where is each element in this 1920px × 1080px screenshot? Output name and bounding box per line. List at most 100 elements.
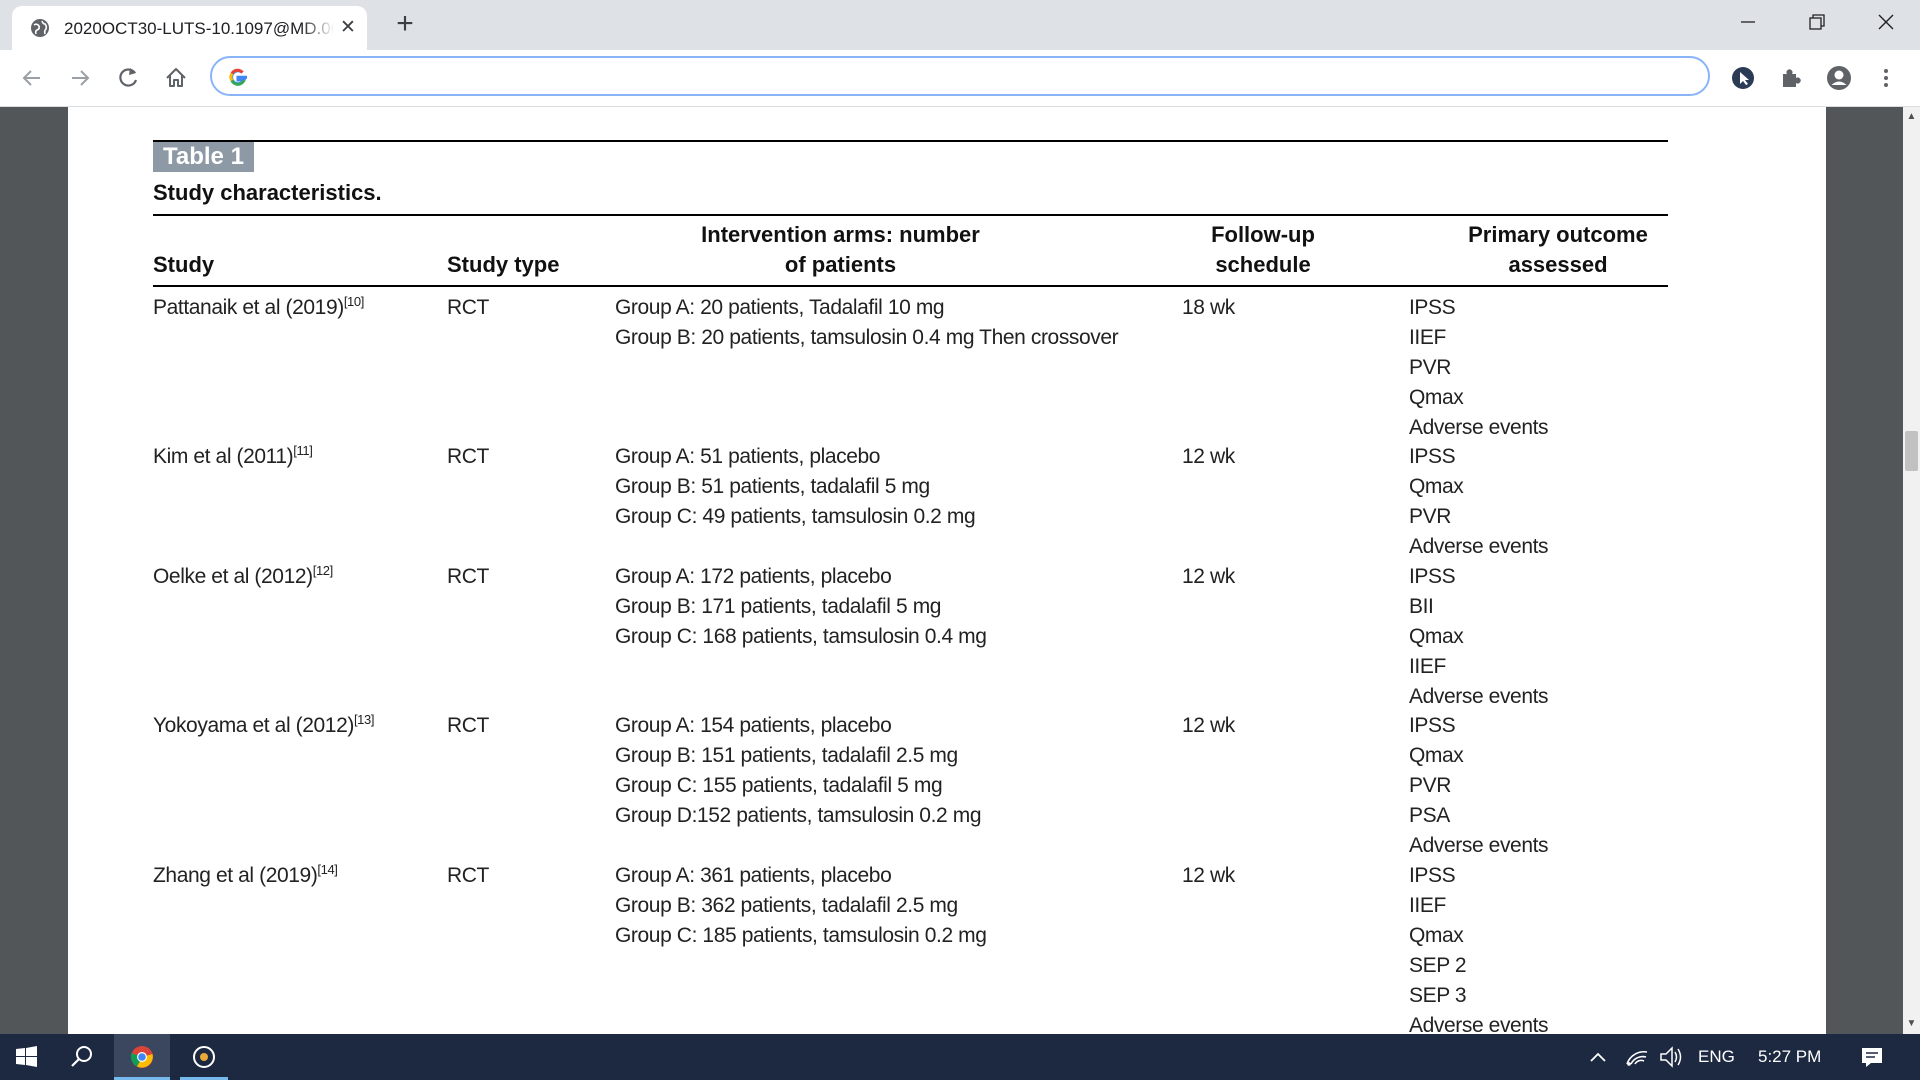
media-app-icon xyxy=(193,1046,215,1068)
forward-arrow-icon[interactable] xyxy=(66,64,94,92)
row-followup: 12 wk xyxy=(1182,565,1235,588)
outcome-line: Qmax xyxy=(1409,475,1464,498)
app-taskbar-button[interactable] xyxy=(176,1034,232,1080)
row-study: Zhang et al (2019)[14] xyxy=(153,861,338,891)
chrome-icon xyxy=(130,1046,153,1068)
network-icon[interactable] xyxy=(1622,1034,1652,1080)
row-arms: Group A: 172 patients, placebo Group B: … xyxy=(615,562,987,652)
outcome-line: Qmax xyxy=(1409,744,1464,767)
row-outcomes: IPSS IIEF PVR Qmax Adverse events xyxy=(1409,293,1549,443)
notifications-icon[interactable] xyxy=(1857,1034,1887,1080)
row-followup: 12 wk xyxy=(1182,864,1235,887)
minimize-icon[interactable] xyxy=(1728,8,1768,38)
header-study-type: Study type xyxy=(447,252,560,277)
row-outcomes: IPSS Qmax PVR Adverse events xyxy=(1409,442,1549,562)
row-outcomes: IPSS BII Qmax IIEF Adverse events xyxy=(1409,562,1549,712)
clock[interactable]: 5:27 PM xyxy=(1758,1047,1821,1067)
outcome-line: IPSS xyxy=(1409,445,1456,468)
row-study: Pattanaik et al (2019)[10] xyxy=(153,293,364,323)
study-ref[interactable]: [12] xyxy=(313,563,333,578)
outcome-line: PVR xyxy=(1409,774,1451,797)
table-caption: Study characteristics. xyxy=(153,180,382,205)
tab-title: 2020OCT30-LUTS-10.1097@MD.00000000000229… xyxy=(64,19,334,38)
arm-line: Group B: 20 patients, tamsulosin 0.4 mg … xyxy=(615,326,1119,349)
header-top-rule xyxy=(153,214,1668,216)
study-ref[interactable]: [14] xyxy=(317,862,337,877)
outcome-line: IPSS xyxy=(1409,565,1456,588)
arm-line: Group B: 51 patients, tadalafil 5 mg xyxy=(615,475,930,498)
arm-line: Group A: 51 patients, placebo xyxy=(615,445,881,468)
arm-line: Group C: 49 patients, tamsulosin 0.2 mg xyxy=(615,505,976,528)
windows-start-icon[interactable] xyxy=(10,1034,42,1080)
header-arms-line2: of patients xyxy=(784,252,897,277)
row-type: RCT xyxy=(447,714,489,737)
outcome-line: PVR xyxy=(1409,356,1451,379)
study-name: Zhang et al (2019) xyxy=(153,864,318,887)
row-type: RCT xyxy=(447,864,489,887)
header-followup: Follow-up schedule xyxy=(1188,220,1338,280)
address-input[interactable] xyxy=(262,64,1666,90)
globe-icon xyxy=(31,19,49,37)
arm-line: Group C: 155 patients, tadalafil 5 mg xyxy=(615,774,943,797)
restore-icon[interactable] xyxy=(1796,8,1836,38)
study-ref[interactable]: [10] xyxy=(344,294,364,309)
header-arms: Intervention arms: number of patients xyxy=(658,220,1023,280)
outcome-line: IIEF xyxy=(1409,655,1446,678)
arm-line: Group D:152 patients, tamsulosin 0.2 mg xyxy=(615,804,982,827)
address-bar[interactable] xyxy=(210,56,1710,96)
arm-line: Group B: 151 patients, tadalafil 2.5 mg xyxy=(615,744,958,767)
extension-cursor-icon[interactable] xyxy=(1729,64,1757,92)
row-outcomes: IPSS Qmax PVR PSA Adverse events xyxy=(1409,711,1549,861)
outcome-line: Adverse events xyxy=(1409,535,1549,558)
row-study: Kim et al (2011)[11] xyxy=(153,442,313,472)
search-icon[interactable] xyxy=(66,1034,98,1080)
outcome-line: Adverse events xyxy=(1409,1014,1549,1034)
scroll-thumb[interactable] xyxy=(1905,431,1918,471)
back-arrow-icon[interactable] xyxy=(18,64,46,92)
header-outcome-line2: assessed xyxy=(1508,252,1608,277)
outcome-line: PVR xyxy=(1409,505,1451,528)
tab-close-icon[interactable]: ✕ xyxy=(338,18,358,38)
study-name: Pattanaik et al (2019) xyxy=(153,296,344,319)
outcome-line: IPSS xyxy=(1409,714,1456,737)
vertical-scrollbar[interactable]: ▲ ▼ xyxy=(1903,107,1920,1034)
arm-line: Group A: 361 patients, placebo xyxy=(615,864,892,887)
header-outcome: Primary outcome assessed xyxy=(1458,220,1658,280)
browser-tab[interactable]: 2020OCT30-LUTS-10.1097@MD.00000000000229… xyxy=(12,6,367,50)
study-name: Yokoyama et al (2012) xyxy=(153,714,354,737)
header-followup-line2: schedule xyxy=(1215,252,1311,277)
outcome-line: SEP 2 xyxy=(1409,954,1467,977)
outcome-line: SEP 3 xyxy=(1409,984,1467,1007)
scroll-down-icon[interactable]: ▼ xyxy=(1903,1018,1920,1030)
study-name: Oelke et al (2012) xyxy=(153,565,313,588)
arm-line: Group C: 168 patients, tamsulosin 0.4 mg xyxy=(615,625,987,648)
row-study: Oelke et al (2012)[12] xyxy=(153,562,333,592)
volume-icon[interactable] xyxy=(1656,1034,1686,1080)
header-arms-line1: Intervention arms: number xyxy=(701,222,980,247)
profile-avatar-icon[interactable] xyxy=(1825,64,1853,92)
new-tab-button[interactable]: + xyxy=(390,9,420,40)
outcome-line: Qmax xyxy=(1409,924,1464,947)
outcome-line: PSA xyxy=(1409,804,1450,827)
row-arms: Group A: 361 patients, placebo Group B: … xyxy=(615,861,987,951)
taskbar: ENG 5:27 PM xyxy=(0,1034,1920,1080)
chrome-taskbar-button[interactable] xyxy=(114,1034,170,1080)
row-study: Yokoyama et al (2012)[13] xyxy=(153,711,374,741)
row-outcomes: IPSS IIEF Qmax SEP 2 SEP 3 Adverse event… xyxy=(1409,861,1549,1034)
pdf-viewer[interactable]: Table 1 Study characteristics. Study Stu… xyxy=(0,107,1903,1034)
header-outcome-line1: Primary outcome xyxy=(1468,222,1648,247)
row-type: RCT xyxy=(447,296,489,319)
study-ref[interactable]: [11] xyxy=(293,443,313,458)
scroll-up-icon[interactable]: ▲ xyxy=(1903,111,1920,123)
close-window-icon[interactable] xyxy=(1866,8,1906,38)
language-indicator[interactable]: ENG xyxy=(1698,1047,1735,1067)
tab-strip: 2020OCT30-LUTS-10.1097@MD.00000000000229… xyxy=(0,0,1920,50)
study-ref[interactable]: [13] xyxy=(354,712,374,727)
chevron-up-icon[interactable] xyxy=(1586,1034,1610,1080)
row-arms: Group A: 154 patients, placebo Group B: … xyxy=(615,711,982,831)
reload-icon[interactable] xyxy=(114,64,142,92)
home-icon[interactable] xyxy=(162,64,190,92)
arm-line: Group A: 154 patients, placebo xyxy=(615,714,892,737)
extensions-puzzle-icon[interactable] xyxy=(1777,64,1805,92)
menu-kebab-icon[interactable] xyxy=(1872,64,1900,92)
